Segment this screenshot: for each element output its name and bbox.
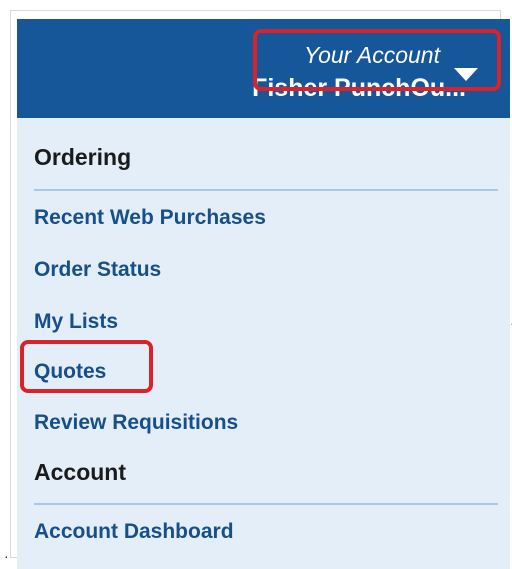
account-menu-header[interactable]: Your Account Fisher PunchOu... xyxy=(17,19,510,118)
menu-link-quotes[interactable]: Quotes xyxy=(34,359,106,385)
menu-link-order-status[interactable]: Order Status xyxy=(34,257,161,283)
section-heading-account: Account xyxy=(34,459,126,485)
account-dropdown-menu: Your Account Fisher PunchOu... Ordering … xyxy=(17,19,510,569)
menu-link-recent-web-purchases[interactable]: Recent Web Purchases xyxy=(34,205,266,231)
divider xyxy=(34,503,498,505)
menu-link-review-requisitions[interactable]: Review Requisitions xyxy=(34,410,238,436)
menu-link-account-dashboard[interactable]: Account Dashboard xyxy=(34,519,234,545)
menu-link-my-lists[interactable]: My Lists xyxy=(34,309,118,335)
caret-down-icon[interactable] xyxy=(454,68,478,81)
your-account-label[interactable]: Your Account xyxy=(304,41,440,69)
stray-mark: · xyxy=(4,548,9,564)
account-name[interactable]: Fisher PunchOu... xyxy=(252,73,466,103)
section-heading-ordering: Ordering xyxy=(34,144,132,170)
divider xyxy=(34,189,498,191)
